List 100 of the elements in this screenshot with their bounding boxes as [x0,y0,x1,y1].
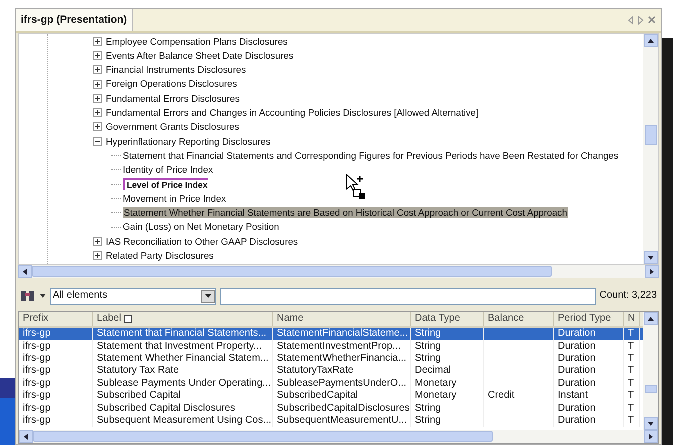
scroll-right-button[interactable] [644,430,658,443]
desktop-background [0,378,15,445]
scrollbar-thumb[interactable] [644,385,656,393]
tree-item[interactable]: Gain (Loss) on Net Monetary Position [123,221,280,233]
table-cell: Instant [558,390,588,402]
tree-item[interactable]: Related Party Disclosures [106,250,214,262]
table-row[interactable]: ifrs-gp Subscribed Capital SubscribedCapital Monetary Credit Instant T [19,390,643,402]
tree-item[interactable]: Fundamental Errors Disclosures [106,92,240,104]
scroll-left-button[interactable] [19,430,33,443]
table-cell: StatutoryTaxRate [277,365,354,378]
element-filter-dropdown[interactable]: All elements [50,288,216,304]
tree-item[interactable]: Hyperinflationary Reporting Disclosures [106,136,271,147]
expand-icon[interactable] [93,122,102,132]
scroll-down-button[interactable] [644,251,658,264]
tree-item[interactable]: Foreign Operations Disclosures [106,78,238,90]
scroll-up-button[interactable] [644,34,658,47]
expand-icon[interactable] [93,50,102,60]
search-field[interactable] [220,288,596,304]
up-arrow-icon [646,314,654,322]
table-cell: T [628,352,634,365]
caret-icon[interactable] [40,294,46,298]
scroll-right-button[interactable] [645,265,659,278]
table-cell: T [628,378,634,390]
table-cell: SubscribedCapital [277,390,358,402]
scroll-up-button[interactable] [644,312,658,325]
table-cell: ifrs-gp [23,352,51,365]
table-cell: ifrs-gp [23,328,51,340]
table-cell: Duration [558,328,596,340]
table-row[interactable]: ifrs-gp Statement Whether Financial Statem... StatementWhetherFinancia... String Duration T [19,352,643,366]
expand-icon[interactable] [93,94,102,103]
right-arrow-icon [647,432,655,440]
expand-icon[interactable] [93,251,102,260]
expand-icon[interactable] [93,236,102,246]
tree-item[interactable]: Statement Whether Financial Statements are Based on Historical Cost Approach or Current Cost Approach [123,207,568,218]
scroll-left-button[interactable] [18,265,32,278]
table-cell: String [415,340,442,353]
expand-icon[interactable] [93,36,102,46]
table-row[interactable]: ifrs-gp Statement that Financial Statements... StatementFinancialStateme... String Duration T [19,328,643,340]
table-cell: StatementWhetherFinancia... [277,352,407,365]
right-arrow-icon [648,268,656,276]
tree-item[interactable]: Government Grants Disclosures [106,121,240,133]
table-cell: ifrs-gp [23,390,51,402]
table-cell: StatementFinancialStateme... [277,328,408,340]
tree-item[interactable]: Events After Balance Sheet Date Disclosures [106,50,294,62]
caret-icon [204,294,212,298]
table-row[interactable]: ifrs-gp Statutory Tax Rate StatutoryTaxRate Decimal Duration T [19,365,643,378]
column-header[interactable]: Period Type [554,312,624,326]
table-row[interactable]: ifrs-gp Statement that Investment Property... StatementInvestmentProp... String Duration T [19,340,643,353]
table-cell: Duration [558,378,596,390]
column-header[interactable]: N [624,312,640,326]
table-cell: ifrs-gp [23,340,51,353]
tree-item[interactable]: Employee Compensation Plans Disclosures [106,36,288,47]
tree-item[interactable]: Financial Instruments Disclosures [106,64,246,76]
table-cell: Statement Whether Financial Statem... [97,352,269,365]
table-row[interactable]: ifrs-gp Subsequent Measurement Using Cos... SubsequentMeasurementU... String Duration T [19,414,643,428]
column-header[interactable]: Data Type [411,312,484,326]
tree-item[interactable]: Identity of Price Index [123,164,214,176]
expand-icon[interactable] [93,80,102,89]
collapse-icon[interactable] [93,136,102,146]
scroll-down-button[interactable] [644,417,658,430]
table-cell: SubleasePaymentsUnderO... [277,378,407,390]
scrollbar-thumb[interactable] [32,266,552,277]
table-cell: Duration [558,414,596,427]
table-cell: String [415,402,442,415]
down-arrow-icon [646,420,654,428]
close-icon[interactable] [648,16,656,24]
table-row[interactable]: ifrs-gp Sublease Payments Under Operating... SubleasePaymentsUnderO... Monetary Duration T [19,378,643,390]
scrollbar-thumb[interactable] [33,431,493,442]
column-header[interactable]: Prefix [19,312,93,326]
table-cell: T [628,328,634,340]
tree-item[interactable]: Statement that Financial Statements and Corresponding Figures for Previous Periods have Been Restated for Changes [123,150,619,162]
table-cell: Monetary [415,390,457,402]
table-row[interactable]: ifrs-gp Subscribed Capital Disclosures SubscribedCapitalDisclosures String Duration T [19,402,643,415]
column-header[interactable]: Balance [484,312,554,326]
table-cell: Subsequent Measurement Using Cos... [97,414,272,427]
down-arrow-icon [646,254,654,262]
table-cell: String [415,414,442,427]
column-header[interactable]: Label [93,312,273,326]
table-cell: Statutory Tax Rate [97,365,180,378]
tab-title[interactable]: ifrs-gp (Presentation) [16,9,134,31]
tree-item[interactable]: Level of Price Index [123,178,208,190]
tree-item[interactable]: Fundamental Errors and Changes in Accounting Policies Disclosures [Allowed Alternative] [106,106,479,118]
table-cell: StatementInvestmentProp... [277,340,401,353]
table-cell: SubsequentMeasurementU... [277,414,408,427]
table-cell: String [415,352,442,365]
left-arrow-icon [21,268,29,276]
table-cell: Credit [488,390,515,402]
tree-item[interactable]: Movement in Price Index [123,192,226,204]
checkbox-icon [124,315,132,323]
table-cell: ifrs-gp [23,414,51,427]
table-cell: Duration [558,365,596,378]
table-cell: ifrs-gp [23,365,51,378]
left-arrow-icon [22,432,30,440]
column-header[interactable]: Name [273,312,411,326]
expand-icon[interactable] [93,108,102,118]
tree-item[interactable]: IAS Reconciliation to Other GAAP Disclosures [106,236,298,247]
expand-icon[interactable] [93,65,102,74]
table-cell: Subscribed Capital [97,390,181,402]
table-cell: String [415,328,442,340]
scrollbar-thumb[interactable] [644,125,656,145]
